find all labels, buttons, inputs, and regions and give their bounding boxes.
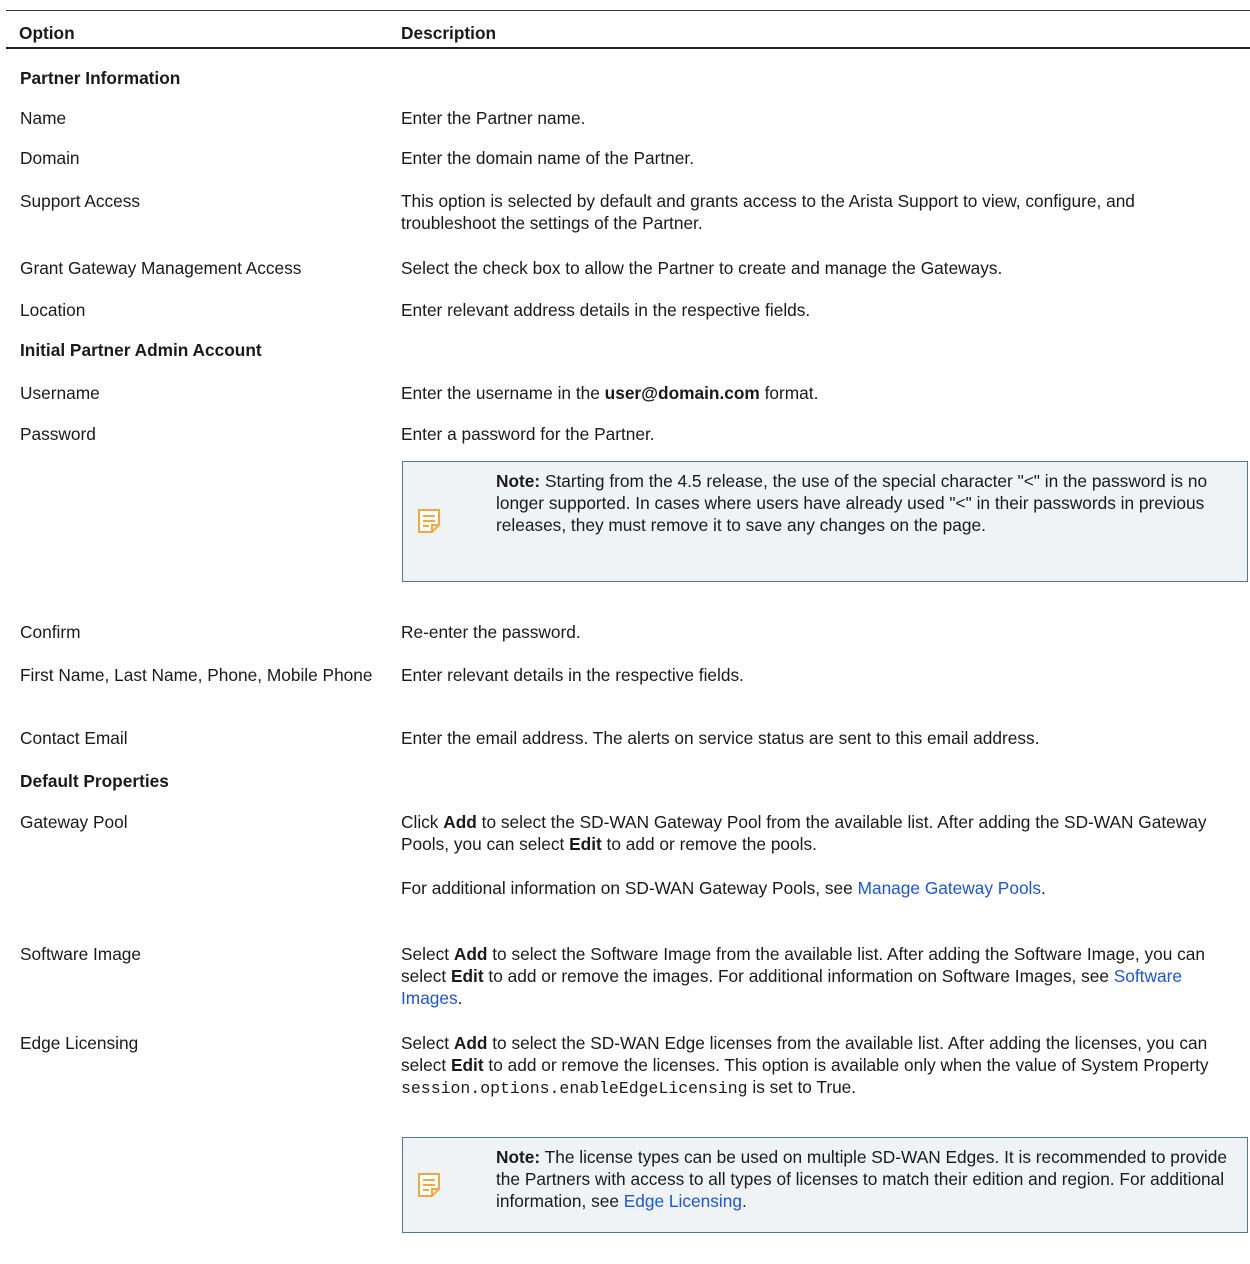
option-edge-licensing: Edge Licensing xyxy=(20,1033,139,1053)
desc-name: Enter the Partner name. xyxy=(401,108,586,128)
option-domain: Domain xyxy=(20,148,80,168)
desc-gateway-pool-more: For additional information on SD-WAN Gat… xyxy=(401,878,1046,898)
note-icon xyxy=(418,1173,440,1197)
note-icon xyxy=(418,509,440,533)
option-support-access: Support Access xyxy=(20,191,141,211)
option-gateway-pool: Gateway Pool xyxy=(20,812,128,832)
header-description: Description xyxy=(401,23,497,43)
option-software-image: Software Image xyxy=(20,944,142,964)
desc-gateway-pool: Click Add to select the SD-WAN Gateway P… xyxy=(401,812,1207,854)
link-edge-licensing[interactable]: Edge Licensing xyxy=(624,1191,742,1211)
option-grant-gateway: Grant Gateway Management Access xyxy=(20,258,302,278)
header-option: Option xyxy=(19,23,75,43)
option-password: Password xyxy=(20,424,96,444)
table-header: Option Description xyxy=(6,10,1250,49)
option-location: Location xyxy=(20,300,86,320)
option-contact-email: Contact Email xyxy=(20,728,128,748)
note-license: Note: The license types can be used on m… xyxy=(402,1137,1248,1233)
note-password-text: Note: Starting from the 4.5 release, the… xyxy=(496,471,1208,535)
link-manage-gateway-pools[interactable]: Manage Gateway Pools xyxy=(858,878,1041,898)
desc-edge-licensing: Select Add to select the SD-WAN Edge lic… xyxy=(401,1033,1209,1098)
desc-confirm: Re-enter the password. xyxy=(401,622,581,642)
section-partner-information: Partner Information xyxy=(20,68,181,88)
note-license-text: Note: The license types can be used on m… xyxy=(496,1147,1227,1211)
option-confirm: Confirm xyxy=(20,622,81,642)
note-password: Note: Starting from the 4.5 release, the… xyxy=(402,461,1248,582)
section-default-properties: Default Properties xyxy=(20,771,169,791)
option-name-phone: First Name, Last Name, Phone, Mobile Pho… xyxy=(20,665,373,685)
desc-username: Enter the username in the user@domain.co… xyxy=(401,383,819,403)
desc-grant-gateway: Select the check box to allow the Partne… xyxy=(401,258,1003,278)
desc-password: Enter a password for the Partner. xyxy=(401,424,655,444)
section-initial-admin: Initial Partner Admin Account xyxy=(20,340,262,360)
option-name: Name xyxy=(20,108,67,128)
desc-software-image: Select Add to select the Software Image … xyxy=(401,944,1205,1008)
desc-support-access: This option is selected by default and g… xyxy=(401,191,1135,233)
desc-location: Enter relevant address details in the re… xyxy=(401,300,811,320)
desc-name-phone: Enter relevant details in the respective… xyxy=(401,665,744,685)
option-username: Username xyxy=(20,383,100,403)
desc-contact-email: Enter the email address. The alerts on s… xyxy=(401,728,1040,748)
desc-domain: Enter the domain name of the Partner. xyxy=(401,148,694,168)
